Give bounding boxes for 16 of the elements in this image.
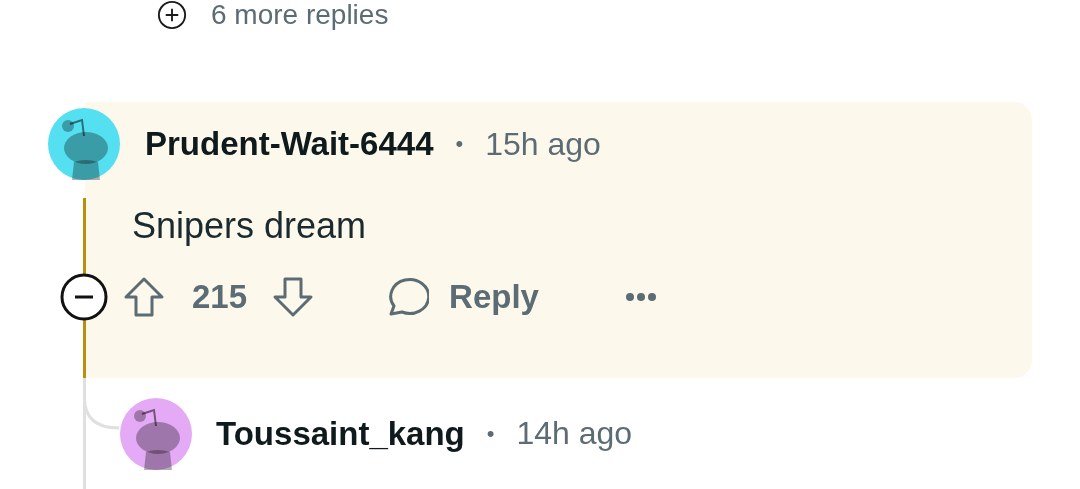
username[interactable]: Toussaint_kang [216,414,465,453]
vote-count: 215 [192,278,248,316]
more-replies-link[interactable]: 6 more replies [211,0,389,30]
avatar-icon[interactable] [120,397,192,470]
upvote-icon[interactable] [122,275,166,319]
timestamp: 15h ago [485,125,601,163]
expand-icon[interactable] [157,0,187,30]
separator-dot: • [455,131,464,157]
username[interactable]: Prudent-Wait-6444 [145,125,434,163]
more-options-icon[interactable] [624,292,657,302]
comment-text: Snipers dream [132,204,368,248]
separator-dot: • [486,420,495,447]
reply-button[interactable]: Reply [383,274,539,320]
collapse-icon[interactable] [60,273,108,321]
timestamp: 14h ago [516,415,633,452]
avatar-icon[interactable] [48,108,120,180]
